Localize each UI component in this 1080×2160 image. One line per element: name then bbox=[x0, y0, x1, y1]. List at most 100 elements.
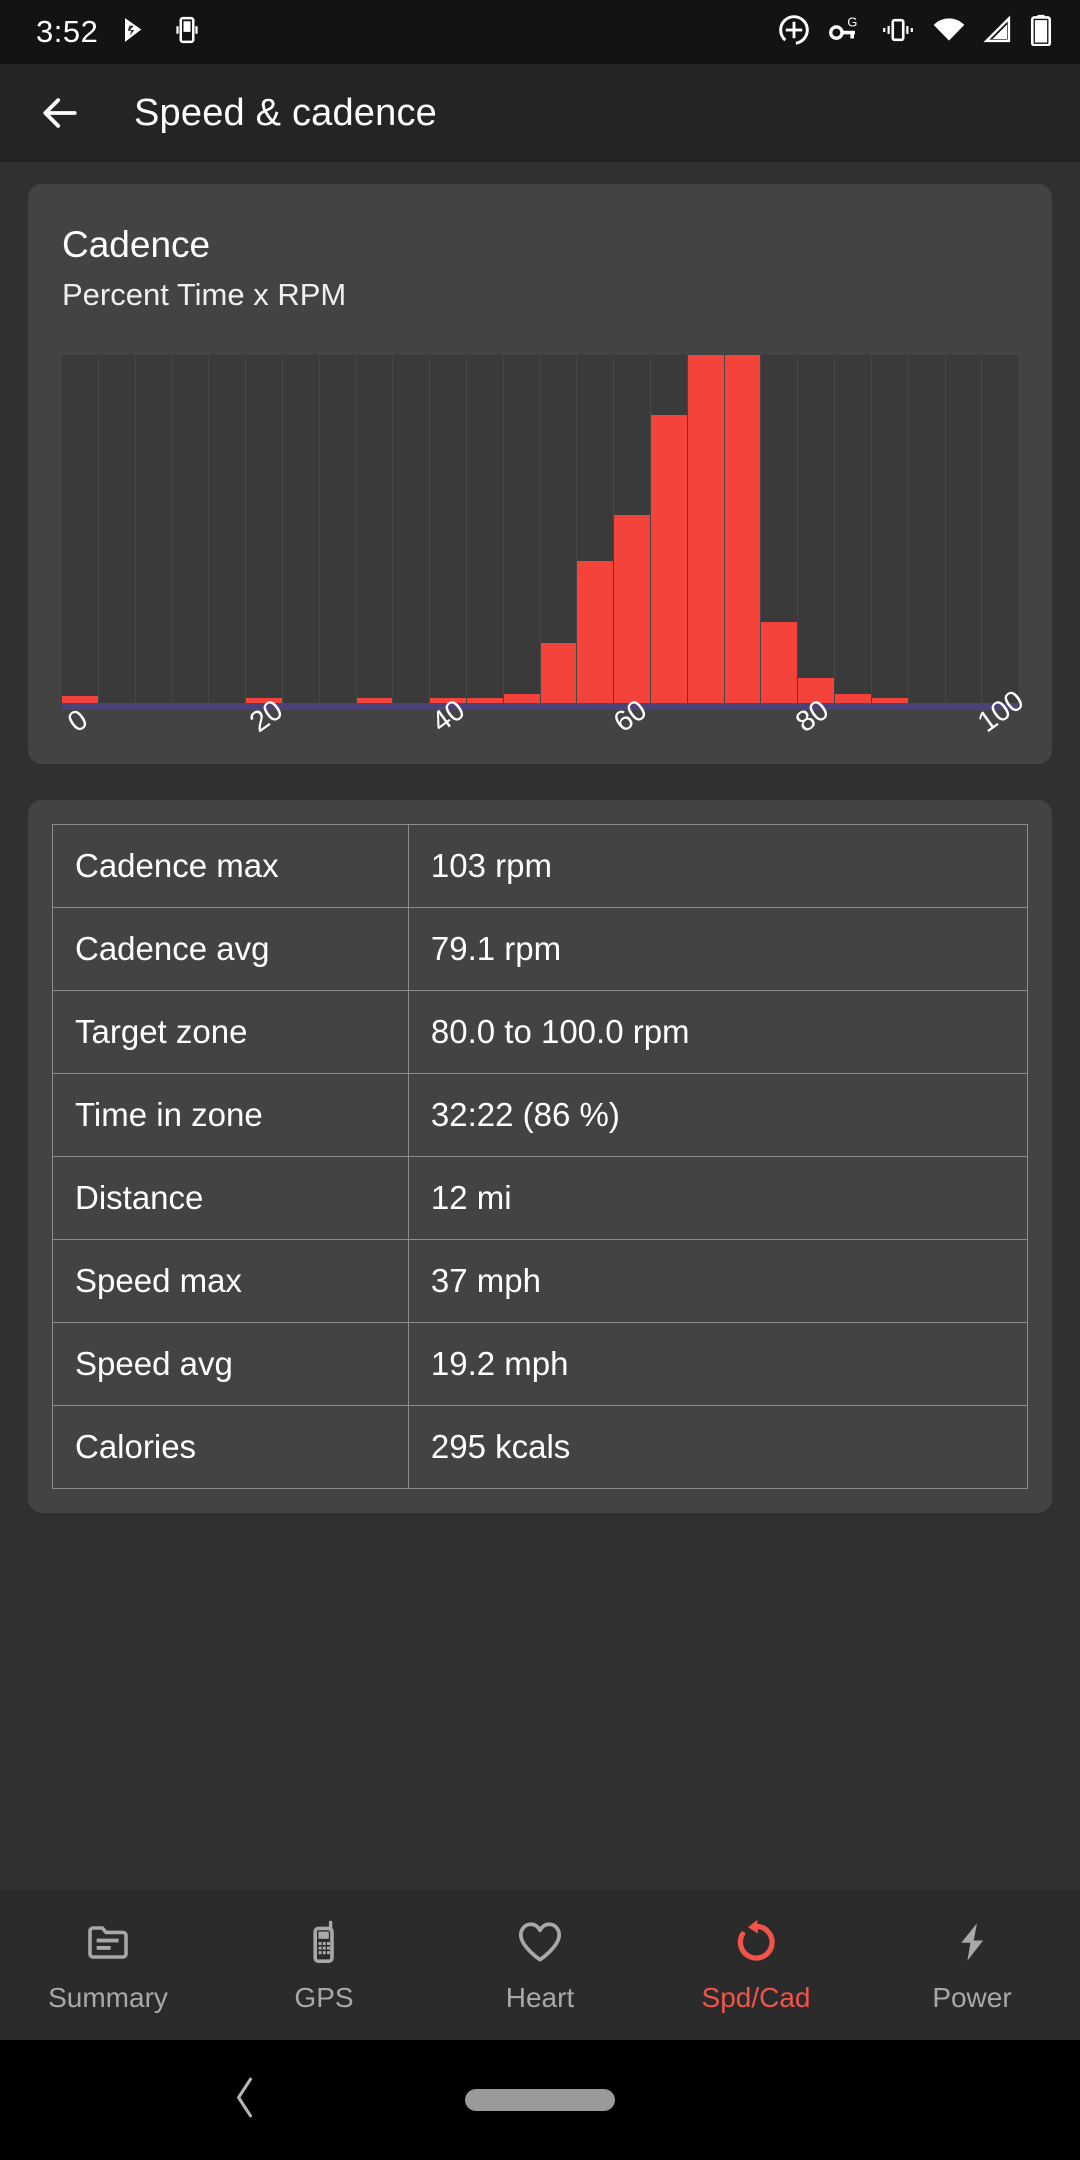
histogram-bin bbox=[209, 355, 247, 704]
play-store-icon bbox=[120, 15, 150, 50]
rotate-refresh-icon bbox=[731, 1916, 781, 1968]
nav-item-power[interactable]: Power bbox=[864, 1916, 1080, 2014]
lightning-bolt-icon bbox=[949, 1916, 995, 1968]
vibrate-icon bbox=[881, 15, 915, 50]
histogram-bin bbox=[577, 355, 615, 704]
histogram-bar bbox=[62, 695, 98, 704]
stat-key: Cadence max bbox=[52, 824, 409, 908]
histogram-bin bbox=[320, 355, 357, 704]
page-title: Speed & cadence bbox=[134, 91, 438, 134]
histogram-bar bbox=[577, 561, 614, 704]
histogram-bin bbox=[614, 355, 651, 704]
histogram-bar bbox=[687, 355, 724, 704]
histogram-bin bbox=[835, 355, 872, 704]
nav-item-label: Power bbox=[932, 1982, 1012, 2013]
heart-icon bbox=[515, 1916, 565, 1968]
status-bar-right: G bbox=[777, 13, 1052, 52]
nav-item-spd-cad[interactable]: Spd/Cad bbox=[648, 1916, 864, 2014]
histogram-bar bbox=[651, 414, 687, 704]
stat-value: 37 mph bbox=[407, 1239, 1029, 1323]
status-bar-clock: 3:52 bbox=[36, 14, 99, 49]
stat-value: 80.0 to 100.0 rpm bbox=[407, 990, 1029, 1074]
nav-item-label: Summary bbox=[48, 1982, 168, 2013]
device-cast-icon bbox=[172, 15, 202, 50]
histogram-bin bbox=[540, 355, 578, 704]
histogram-bin bbox=[466, 355, 504, 704]
histogram-bin bbox=[946, 355, 983, 704]
svg-text:G: G bbox=[847, 15, 857, 30]
histogram-bin bbox=[246, 355, 283, 704]
histogram-bin bbox=[982, 355, 1018, 703]
status-bar-left: 3:52 bbox=[36, 14, 202, 50]
table-row: Speed max 37 mph bbox=[52, 1239, 1029, 1323]
histogram-bin bbox=[172, 355, 210, 704]
stats-card: Cadence max 103 rpm Cadence avg 79.1 rpm Tar… bbox=[28, 800, 1052, 1513]
x-axis-tick-label: 0 bbox=[62, 703, 94, 740]
stat-key: Time in zone bbox=[52, 1073, 409, 1157]
nav-item-label: Spd/Cad bbox=[701, 1982, 811, 2013]
histogram-bin bbox=[430, 355, 467, 704]
histogram-bin bbox=[393, 355, 431, 704]
stat-value: 79.1 rpm bbox=[407, 907, 1029, 991]
stat-value: 32:22 (86 %) bbox=[407, 1073, 1029, 1157]
stats-table: Cadence max 103 rpm Cadence avg 79.1 rpm Tar… bbox=[52, 824, 1029, 1489]
stat-key: Calories bbox=[52, 1405, 409, 1489]
histogram-bar bbox=[614, 515, 650, 704]
histogram-bin bbox=[798, 355, 836, 704]
histogram-bin bbox=[503, 355, 541, 704]
histogram-bar bbox=[724, 355, 761, 704]
bottom-navigation: Summary GPS Heart Spd/Cad Power bbox=[0, 1890, 1080, 2040]
stat-key: Target zone bbox=[52, 990, 409, 1074]
battery-icon bbox=[1030, 14, 1052, 51]
histogram-bin bbox=[99, 355, 136, 704]
histogram-bin bbox=[909, 355, 946, 704]
histogram-bar bbox=[540, 643, 577, 704]
chart-title: Cadence bbox=[62, 224, 211, 265]
histogram-bin bbox=[687, 355, 725, 704]
histogram-bin bbox=[761, 355, 799, 704]
content-area: Cadence Percent Time x RPM 0 20 40 60 80 100 … bbox=[0, 184, 1080, 1884]
app-bar: Speed & cadence bbox=[0, 64, 1080, 162]
nav-item-summary[interactable]: Summary bbox=[0, 1916, 216, 2014]
home-indicator-pill[interactable] bbox=[465, 2089, 615, 2111]
stat-value: 12 mi bbox=[407, 1156, 1029, 1240]
stat-key: Speed avg bbox=[52, 1322, 409, 1406]
table-row: Cadence max 103 rpm bbox=[52, 824, 1029, 908]
nav-item-heart[interactable]: Heart bbox=[432, 1916, 648, 2014]
table-row: Target zone 80.0 to 100.0 rpm bbox=[52, 990, 1029, 1074]
table-row: Calories 295 kcals bbox=[52, 1405, 1029, 1489]
stat-key: Speed max bbox=[52, 1239, 409, 1323]
histogram-bar bbox=[503, 694, 540, 704]
system-navigation-bar bbox=[0, 2040, 1080, 2160]
table-row: Distance 12 mi bbox=[52, 1156, 1029, 1240]
vpn-key-g-icon: G bbox=[828, 14, 864, 50]
histogram-bar bbox=[761, 622, 798, 704]
stat-value: 19.2 mph bbox=[407, 1322, 1029, 1406]
histogram-bin bbox=[356, 355, 394, 704]
stat-key: Distance bbox=[52, 1156, 409, 1240]
wifi-icon bbox=[932, 15, 966, 50]
table-row: Cadence avg 79.1 rpm bbox=[52, 907, 1029, 991]
back-arrow-icon[interactable] bbox=[38, 91, 82, 135]
histogram-bin bbox=[871, 355, 909, 704]
histogram-bar bbox=[835, 694, 871, 704]
histogram-bin bbox=[283, 355, 320, 704]
cellular-signal-icon bbox=[983, 14, 1013, 50]
table-row: Time in zone 32:22 (86 %) bbox=[52, 1073, 1029, 1157]
location-target-icon bbox=[777, 13, 811, 52]
cadence-chart-card: Cadence Percent Time x RPM 0 20 40 60 80 100 bbox=[28, 184, 1052, 764]
histogram-bin bbox=[724, 355, 762, 704]
nav-item-label: GPS bbox=[294, 1982, 354, 2013]
chart-subtitle: Percent Time x RPM bbox=[62, 277, 347, 313]
histogram-bin bbox=[651, 355, 688, 704]
system-back-icon[interactable] bbox=[232, 2076, 258, 2125]
stat-value: 295 kcals bbox=[407, 1405, 1029, 1489]
table-row: Speed avg 19.2 mph bbox=[52, 1322, 1029, 1406]
histogram-bin bbox=[136, 355, 173, 704]
status-bar: 3:52 G bbox=[0, 0, 1080, 64]
mobile-phone-icon bbox=[300, 1916, 348, 1968]
histogram-bin bbox=[62, 355, 99, 704]
phone-screen: 3:52 G Speed & cadence Cadence Percent T… bbox=[0, 0, 1080, 2160]
nav-item-gps[interactable]: GPS bbox=[216, 1916, 432, 2014]
chart-x-axis: 0 20 40 60 80 100 bbox=[62, 685, 1030, 789]
